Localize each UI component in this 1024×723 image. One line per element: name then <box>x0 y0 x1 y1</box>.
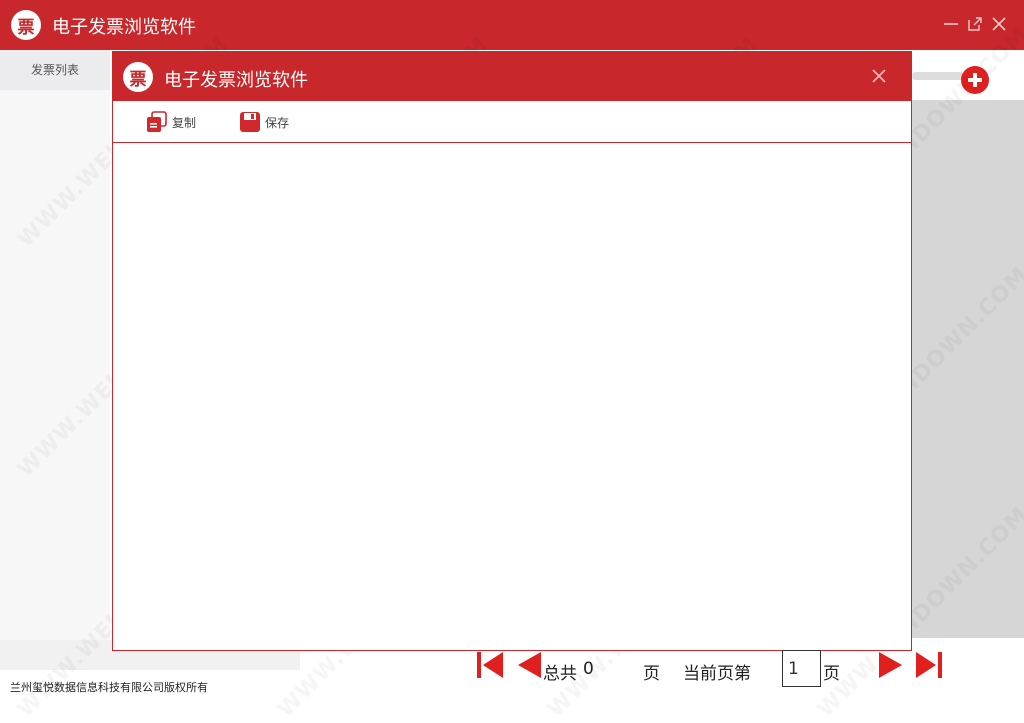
main-titlebar: 票 电子发票浏览软件 <box>0 0 1024 50</box>
close-icon <box>992 17 1006 31</box>
maximize-button[interactable] <box>964 12 986 36</box>
tab-invoice-list[interactable]: 发票列表 <box>0 50 110 90</box>
next-page-button[interactable] <box>877 651 905 679</box>
current-page-input[interactable]: 1 <box>782 650 821 687</box>
minimize-button[interactable] <box>940 12 962 36</box>
total-label: 总共 <box>543 664 577 684</box>
dialog-toolbar: 复制 保存 <box>113 101 911 143</box>
slider-track[interactable] <box>912 72 964 80</box>
total-page-unit: 页 <box>643 664 660 684</box>
prev-page-icon <box>518 652 541 678</box>
first-page-icon <box>477 652 503 678</box>
copyright-text: 兰州玺悦数据信息科技有限公司版权所有 <box>10 681 208 694</box>
copy-icon <box>147 111 167 132</box>
dialog-titlebar: 票 电子发票浏览软件 <box>113 52 911 101</box>
app-logo-char: 票 <box>17 17 35 38</box>
prev-page-button[interactable] <box>515 651 543 679</box>
add-invoice-button[interactable] <box>961 66 989 94</box>
last-page-button[interactable] <box>916 651 944 679</box>
minimize-icon <box>944 23 958 25</box>
current-page-label: 当前页第 <box>683 664 751 684</box>
save-button[interactable]: 保存 <box>239 111 289 133</box>
first-page-button[interactable] <box>475 651 503 679</box>
copy-button[interactable]: 复制 <box>146 111 196 133</box>
maximize-icon <box>968 17 982 31</box>
sidebar: 发票列表 <box>0 50 110 90</box>
app-logo: 票 <box>11 10 41 40</box>
invoice-dialog: 票 电子发票浏览软件 复制 保存 <box>112 51 912 651</box>
dialog-title: 电子发票浏览软件 <box>164 70 308 91</box>
dialog-logo: 票 <box>123 62 153 92</box>
next-page-icon <box>879 652 902 678</box>
invoice-preview-area <box>912 100 1024 638</box>
window-title: 电子发票浏览软件 <box>52 17 196 38</box>
last-page-icon <box>916 652 942 678</box>
current-page-unit: 页 <box>823 664 840 684</box>
sidebar-background <box>0 90 110 670</box>
dialog-logo-char: 票 <box>129 69 147 90</box>
save-icon <box>240 112 260 132</box>
total-count: 0 <box>583 659 594 679</box>
close-icon <box>872 69 886 83</box>
dialog-close-button[interactable] <box>869 66 889 86</box>
invoice-view-area <box>113 143 911 650</box>
copy-label: 复制 <box>172 115 197 130</box>
close-button[interactable] <box>988 12 1010 36</box>
save-label: 保存 <box>265 115 290 130</box>
